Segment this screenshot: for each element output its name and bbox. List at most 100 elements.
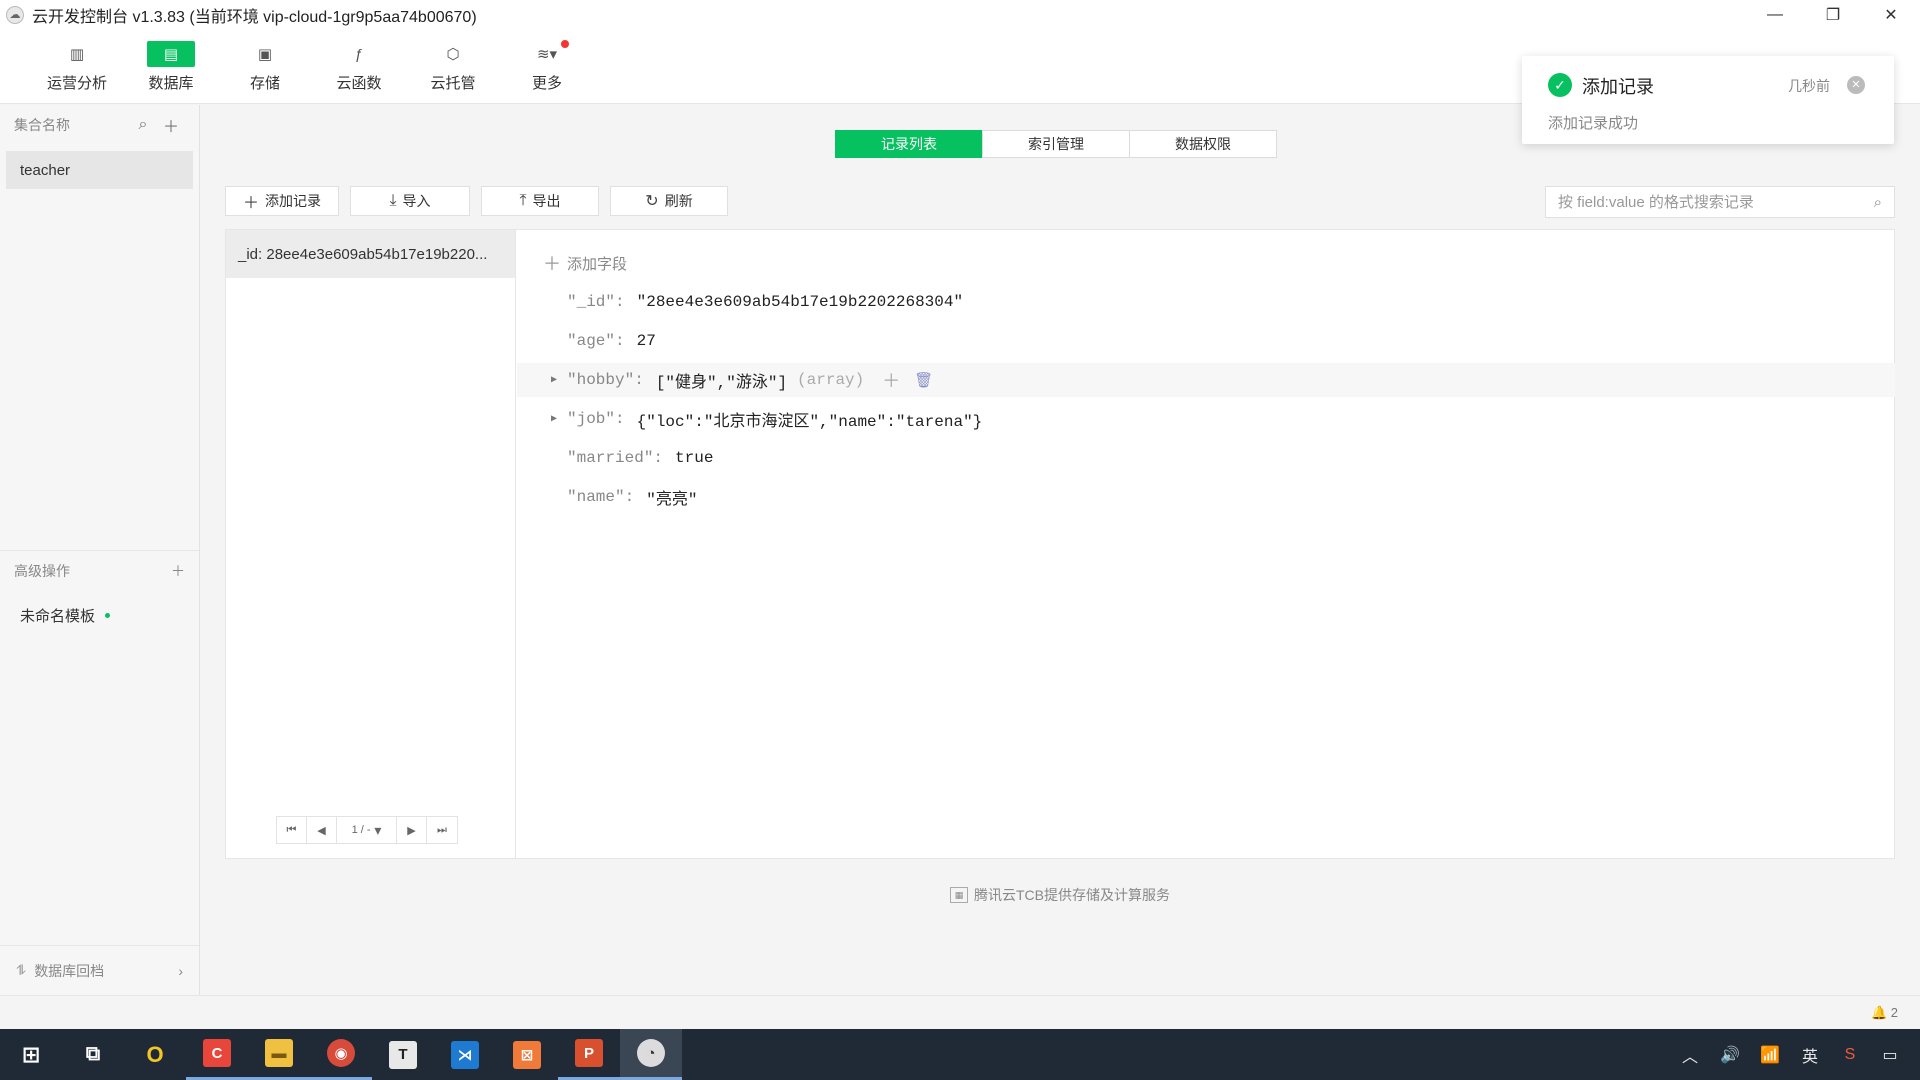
- advanced-header: 高级操作 ＋: [0, 550, 199, 590]
- field-key: "job": [567, 410, 616, 428]
- window-title: 云开发控制台 v1.3.83 (当前环境 vip-cloud-1gr9p5aa7…: [32, 9, 477, 26]
- footer-text: 腾讯云TCB提供存储及计算服务: [974, 887, 1170, 903]
- prev-page-icon[interactable]: ◀: [307, 817, 337, 843]
- field-key: "age": [567, 332, 616, 350]
- last-page-icon[interactable]: ⏭: [427, 817, 457, 843]
- search-icon[interactable]: ⌕: [129, 116, 157, 134]
- import-button[interactable]: ⤓ 导入: [350, 186, 470, 216]
- task-view-button[interactable]: ⧉: [62, 1029, 124, 1080]
- chrome-icon: ◉: [327, 1039, 355, 1067]
- restore-icon[interactable]: ❐: [1804, 0, 1862, 30]
- toolbar-more[interactable]: ≋▾ 更多: [500, 30, 594, 104]
- taskbar-app-explorer[interactable]: ▬: [248, 1029, 310, 1080]
- chevron-up-icon[interactable]: ︿: [1670, 1043, 1710, 1067]
- expand-triangle-icon[interactable]: ▶: [517, 413, 567, 425]
- add-item-icon[interactable]: ＋: [882, 367, 900, 393]
- field-value: true: [675, 449, 714, 467]
- toolbar-storage[interactable]: ▣ 存储: [218, 30, 312, 104]
- record-detail: ＋ 添加字段 "_id": "28ee4e3e609ab54b17e19b220…: [517, 230, 1895, 858]
- wechat-devtools-icon: ◔: [637, 1039, 665, 1067]
- first-page-icon[interactable]: ⏮: [277, 817, 307, 843]
- toolbar-cloud-function[interactable]: ƒ 云函数: [312, 30, 406, 104]
- tab-record-list[interactable]: 记录列表: [835, 130, 983, 158]
- export-label: 导出: [532, 193, 561, 209]
- taskbar-app-wechat-devtools[interactable]: ◔: [620, 1029, 682, 1080]
- volume-icon[interactable]: 🔊: [1710, 1045, 1750, 1065]
- toast-close-icon[interactable]: ✕: [1847, 76, 1865, 94]
- export-button[interactable]: ⤒ 导出: [481, 186, 599, 216]
- status-bar: 🔔 2: [0, 995, 1920, 1029]
- add-template-icon[interactable]: ＋: [171, 561, 185, 581]
- taskbar-app-typora[interactable]: T: [372, 1029, 434, 1080]
- toast-title: 添加记录: [1582, 77, 1654, 97]
- record-search: ⌕: [1545, 186, 1895, 218]
- field-key: "married": [567, 449, 654, 467]
- taskbar-app-powerpoint[interactable]: P: [558, 1029, 620, 1080]
- field-row[interactable]: "_id": "28ee4e3e609ab54b17e19b2202268304…: [517, 285, 1895, 319]
- notification-count: 2: [1890, 1005, 1898, 1020]
- search-input[interactable]: [1558, 193, 1874, 211]
- collections-header: 集合名称 ⌕ ＋: [0, 105, 199, 145]
- taskbar-app-360[interactable]: O: [124, 1029, 186, 1080]
- rollback-link[interactable]: ⥮ 数据库回档 ›: [0, 945, 199, 995]
- toolbar-cloud-hosting[interactable]: ⬡ 云托管: [406, 30, 500, 104]
- add-collection-icon[interactable]: ＋: [157, 113, 185, 137]
- tab-data-permissions[interactable]: 数据权限: [1129, 130, 1277, 158]
- record-list-item[interactable]: _id: 28ee4e3e609ab54b17e19b220...: [226, 230, 515, 278]
- plus-icon: ＋: [242, 195, 259, 212]
- refresh-icon: ↻: [645, 193, 659, 210]
- minimize-icon[interactable]: —: [1746, 0, 1804, 30]
- collection-item-teacher[interactable]: teacher: [6, 151, 193, 189]
- taskbar-app-chrome[interactable]: ◉: [310, 1029, 372, 1080]
- field-row[interactable]: "name": "亮亮": [517, 480, 1895, 514]
- field-type: (array): [797, 371, 865, 389]
- record-list: _id: 28ee4e3e609ab54b17e19b220... ⏮ ◀ 1 …: [226, 230, 516, 858]
- template-item[interactable]: 未命名模板: [20, 605, 111, 626]
- field-key: "name": [567, 488, 625, 506]
- toolbar-analytics[interactable]: ▥ 运营分析: [30, 30, 124, 104]
- field-row[interactable]: "age": 27: [517, 324, 1895, 358]
- bell-icon[interactable]: 🔔 2: [1871, 1005, 1898, 1021]
- field-row[interactable]: ▶ "job": {"loc":"北京市海淀区","name":"tarena"…: [517, 402, 1895, 436]
- taskbar-app-xampp[interactable]: ⊠: [496, 1029, 558, 1080]
- network-icon[interactable]: 📶: [1750, 1045, 1790, 1065]
- toolbar-label: 数据库: [148, 75, 194, 92]
- next-page-icon[interactable]: ▶: [397, 817, 427, 843]
- add-record-label: 添加记录: [265, 193, 321, 209]
- records-panel: _id: 28ee4e3e609ab54b17e19b220... ⏮ ◀ 1 …: [225, 229, 1895, 859]
- action-center-icon[interactable]: ▭: [1870, 1045, 1910, 1065]
- trash-icon[interactable]: 🗑: [914, 371, 933, 390]
- add-field-label: 添加字段: [567, 255, 628, 273]
- collection-sidebar: 集合名称 ⌕ ＋ teacher 高级操作 ＋ 未命名模板 ⥮ 数据库回档 ›: [0, 105, 200, 995]
- field-key: "_id": [567, 293, 616, 311]
- app-red-c-icon: C: [203, 1039, 231, 1067]
- container-icon: ⬡: [446, 46, 460, 63]
- upload-icon: ⤒: [519, 192, 527, 209]
- field-row[interactable]: ▶ "hobby": ["健身","游泳"] (array) ＋ 🗑: [517, 363, 1895, 397]
- rollback-icon: ⥮: [16, 962, 27, 978]
- search-icon[interactable]: ⌕: [1874, 194, 1882, 211]
- sogou-input-icon[interactable]: S: [1830, 1046, 1870, 1064]
- taskbar-app-vscode[interactable]: ⋊: [434, 1029, 496, 1080]
- tab-index-management[interactable]: 索引管理: [982, 130, 1130, 158]
- rollback-label: 数据库回档: [34, 962, 105, 979]
- close-icon[interactable]: ✕: [1862, 0, 1920, 30]
- tcb-logo-icon: ▦: [950, 887, 968, 903]
- add-record-button[interactable]: ＋ 添加记录: [225, 186, 339, 216]
- refresh-button[interactable]: ↻ 刷新: [610, 186, 728, 216]
- xampp-icon: ⊠: [513, 1040, 541, 1069]
- check-circle-icon: ✓: [1548, 73, 1572, 97]
- page-select[interactable]: 1 / - ▾: [337, 817, 397, 843]
- input-language[interactable]: 英: [1790, 1043, 1830, 1067]
- file-explorer-icon: ▬: [265, 1039, 293, 1067]
- status-dot: [105, 613, 111, 618]
- main-content: 记录列表 索引管理 数据权限 ＋ 添加记录 ⤓ 导入 ⤒ 导出 ↻ 刷新 ⌕ _…: [200, 105, 1920, 995]
- field-row[interactable]: "married": true: [517, 441, 1895, 475]
- start-button[interactable]: ⊞: [0, 1029, 62, 1080]
- add-field-button[interactable]: ＋ 添加字段: [543, 250, 627, 276]
- toast-time: 几秒前: [1788, 78, 1830, 94]
- toolbar-database[interactable]: ▤ 数据库: [124, 30, 218, 104]
- taskbar-app-red-c[interactable]: C: [186, 1029, 248, 1080]
- toast-message: 添加记录成功: [1548, 115, 1639, 132]
- expand-triangle-icon[interactable]: ▶: [517, 374, 567, 386]
